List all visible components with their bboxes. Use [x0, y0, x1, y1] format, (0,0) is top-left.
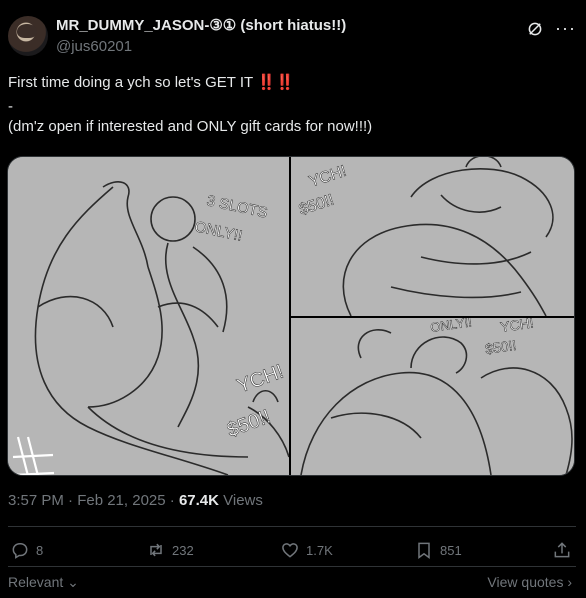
author-name[interactable]: MR_DUMMY_JASON-③① (short hiatus!!)	[56, 16, 346, 34]
reply-count: 8	[36, 542, 44, 558]
view-quotes-label: View quotes	[487, 574, 564, 590]
grok-icon[interactable]	[526, 20, 544, 38]
tweet-timestamp[interactable]: 3:57 PM · Feb 21, 2025 ·	[8, 492, 179, 509]
tweet-text: First time doing a ych so let's GET IT ‼…	[8, 73, 576, 137]
tweet-line-2: -	[8, 98, 13, 115]
avatar[interactable]	[8, 16, 48, 56]
tweet-line-1: First time doing a ych so let's GET IT ‼…	[8, 74, 295, 91]
sort-dropdown[interactable]: Relevant ⌄	[8, 574, 79, 590]
share-button[interactable]	[552, 540, 572, 560]
divider-top	[8, 526, 576, 527]
sketch-image-1: 3 SLOTS ONLY!! YCH! $50!!	[8, 157, 289, 475]
reply-button[interactable]: 8	[10, 540, 43, 560]
bookmark-count: 851	[440, 542, 462, 558]
views-label: Views	[218, 492, 263, 509]
repost-button[interactable]: 232	[146, 540, 194, 560]
repost-count: 232	[172, 542, 194, 558]
tweet-line-3: (dm'z open if interested and ONLY gift c…	[8, 118, 373, 135]
sketch-image-2: YCH! $50!!	[291, 157, 574, 316]
tweet-meta: 3:57 PM · Feb 21, 2025 · 67.4K Views	[8, 492, 263, 509]
author-handle[interactable]: @jus60201	[56, 38, 132, 55]
chevron-right-icon: ›	[563, 574, 572, 590]
footer-bar: Relevant ⌄ View quotes ›	[8, 574, 572, 591]
chevron-down-icon: ⌄	[63, 574, 79, 590]
like-count: 1.7K	[306, 542, 333, 558]
view-count: 67.4K	[178, 492, 219, 509]
divider-bottom	[8, 566, 576, 567]
sort-label: Relevant	[8, 574, 64, 590]
bookmark-icon	[418, 542, 430, 559]
heart-icon	[282, 543, 298, 558]
share-icon	[554, 542, 570, 558]
media-image-2[interactable]: YCH! $50!!	[291, 157, 574, 316]
media-image-3[interactable]: ONLY!! YCH! $50!!	[291, 318, 574, 475]
media-image-1[interactable]: 3 SLOTS ONLY!! YCH! $50!!	[8, 157, 289, 475]
repost-icon	[150, 543, 162, 557]
like-button[interactable]: 1.7K	[280, 540, 333, 560]
tweet-header: MR_DUMMY_JASON-③① (short hiatus!!) @jus6…	[8, 12, 578, 60]
sketch-image-3: ONLY!! YCH! $50!!	[291, 318, 574, 475]
action-bar: 8 232 1.7K 851	[8, 540, 572, 564]
more-options-icon[interactable]: ···	[555, 18, 576, 39]
reply-icon	[12, 543, 28, 559]
media-grid[interactable]: 3 SLOTS ONLY!! YCH! $50!! YCH! $50!! ONL…	[7, 156, 575, 476]
bookmark-button[interactable]: 851	[414, 540, 462, 560]
view-quotes-link[interactable]: View quotes ›	[487, 574, 572, 590]
